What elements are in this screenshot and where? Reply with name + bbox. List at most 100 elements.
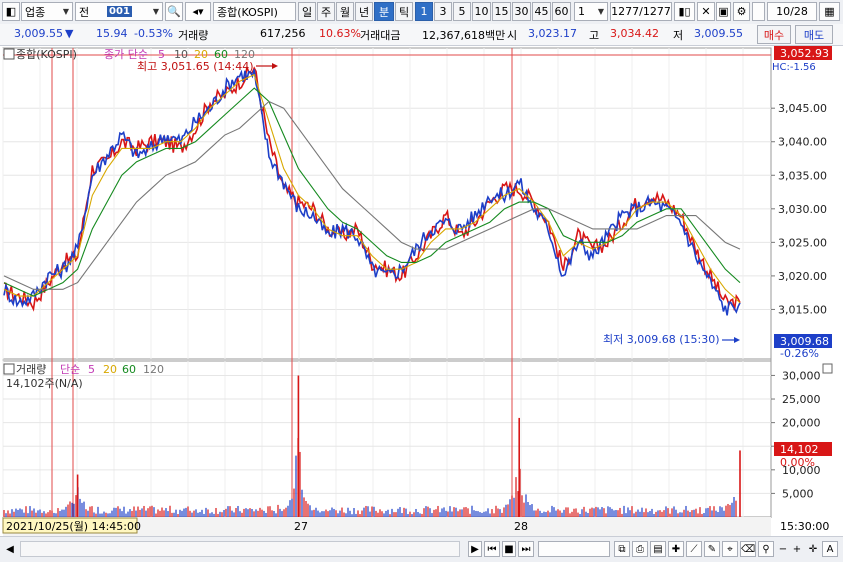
zoom-in-icon[interactable]: + bbox=[790, 541, 804, 557]
interval-5[interactable]: 5 bbox=[453, 2, 471, 21]
open-value: 3,023.17 bbox=[528, 27, 577, 40]
search-icon[interactable]: 🔍 bbox=[165, 2, 183, 21]
code-value[interactable]: 001 bbox=[107, 6, 132, 17]
code-input[interactable]: 전 001 ▼ bbox=[75, 2, 163, 21]
interval-3[interactable]: 3 bbox=[434, 2, 452, 21]
date-field[interactable]: 10/28 bbox=[767, 2, 817, 21]
prev-label: 전 bbox=[79, 5, 90, 19]
chevron-down-icon: ▼ bbox=[62, 7, 69, 16]
x-axis-label-27: 27 bbox=[294, 520, 308, 533]
interval-1[interactable]: 1 bbox=[415, 2, 433, 21]
draw-tool-icon[interactable]: ✎ bbox=[704, 541, 720, 557]
chart-area[interactable]: 3,015.00 3,020.00 3,025.00 3,030.00 3,035.00… bbox=[0, 46, 843, 536]
buy-button[interactable]: 매수 bbox=[757, 25, 791, 44]
volume-legend-label: 단순 bbox=[60, 363, 80, 376]
price-tick-label: 3,030.00 bbox=[778, 203, 827, 216]
price-chart-title: 종합(KOSPI) bbox=[16, 48, 77, 61]
calendar-icon[interactable]: ▦ bbox=[819, 2, 840, 21]
current-price-pct: -0.26% bbox=[780, 347, 819, 360]
sell-button[interactable]: 매도 bbox=[795, 25, 833, 44]
table-icon[interactable]: ▤ bbox=[650, 541, 666, 557]
cross-tool-icon[interactable]: ✚ bbox=[668, 541, 684, 557]
price-tick-label: 3,035.00 bbox=[778, 169, 827, 182]
tab-day[interactable]: 일 bbox=[298, 2, 316, 21]
price-info-bar: 3,009.55 ▼ 15.94 -0.53% 거래량 617,256 10.6… bbox=[0, 24, 843, 46]
volume-tick-label: 30,000 bbox=[782, 369, 821, 382]
horizontal-scrollbar[interactable] bbox=[20, 541, 460, 557]
magnifier-icon[interactable]: ⚲ bbox=[758, 541, 774, 557]
interval-60[interactable]: 60 bbox=[552, 2, 571, 21]
speed-slider[interactable] bbox=[538, 541, 610, 557]
print-icon[interactable]: ⎙ bbox=[632, 541, 648, 557]
fast-forward-icon[interactable]: ⏭ bbox=[518, 541, 534, 557]
rewind-icon[interactable]: ⏮ bbox=[484, 541, 500, 557]
copy-icon[interactable]: ⧉ bbox=[614, 541, 630, 557]
price-tick-label: 3,045.00 bbox=[778, 102, 827, 115]
amount-value: 12,367,618백만 bbox=[422, 29, 506, 42]
interval-select[interactable]: 1 ▼ bbox=[574, 2, 608, 21]
font-size-icon[interactable]: A bbox=[822, 541, 838, 557]
erase-icon[interactable]: ⌫ bbox=[740, 541, 756, 557]
volume-chart-title: 거래량 bbox=[16, 363, 46, 376]
tab-year[interactable]: 년 bbox=[355, 2, 373, 21]
price-tick-label: 3,015.00 bbox=[778, 303, 827, 316]
legend-box-icon[interactable] bbox=[3, 48, 15, 60]
panel-menu-icon[interactable] bbox=[822, 363, 833, 374]
volume-value: 617,256 bbox=[260, 27, 306, 40]
interval-select-value: 1 bbox=[578, 5, 585, 18]
stock-name-field: 종합(KOSPI) bbox=[213, 2, 296, 21]
trend-line-icon[interactable]: ⟋ bbox=[686, 541, 702, 557]
current-price: 3,009.55 bbox=[14, 27, 63, 40]
stock-name: 종합(KOSPI) bbox=[217, 5, 278, 19]
market-select[interactable]: 업종 ▼ bbox=[21, 2, 73, 21]
candle-icon[interactable]: ▮▯ bbox=[674, 2, 695, 21]
toolbar: ◧ 업종 ▼ 전 001 ▼ 🔍 ◂▾ 종합(KOSPI) 일 주 월 년 분 … bbox=[0, 0, 843, 25]
legend-box-icon[interactable] bbox=[3, 363, 15, 375]
scroll-left-icon[interactable]: ◀ bbox=[3, 541, 17, 557]
volume-tick-label: 5,000 bbox=[782, 487, 814, 500]
cross-scroll-icon[interactable]: ✛ bbox=[806, 541, 820, 557]
tab-week[interactable]: 주 bbox=[317, 2, 335, 21]
window-menu-icon[interactable]: ◧ bbox=[2, 2, 20, 21]
crosshair-icon[interactable]: ✕ bbox=[697, 2, 715, 21]
save-icon[interactable]: ▣ bbox=[716, 2, 731, 21]
interval-15[interactable]: 15 bbox=[492, 2, 511, 21]
direction-icon: ▼ bbox=[65, 27, 74, 40]
change-value: 15.94 bbox=[96, 27, 128, 40]
vol-legend-ma-20: 20 bbox=[103, 363, 117, 376]
tab-minute[interactable]: 분 bbox=[374, 2, 394, 21]
marker-icon[interactable]: ⌖ bbox=[722, 541, 738, 557]
stop-icon[interactable]: ■ bbox=[502, 541, 516, 557]
current-volume-pct: 0.00% bbox=[780, 456, 815, 469]
tab-tick[interactable]: 틱 bbox=[395, 2, 413, 21]
bottom-control-bar: ◀ ▶ ⏮ ■ ⏭ ⧉ ⎙ ▤ ✚ ⟋ ✎ ⌖ ⌫ ⚲ − + ✛ A bbox=[0, 536, 843, 562]
price-tick-label: 3,040.00 bbox=[778, 136, 827, 149]
tab-month[interactable]: 월 bbox=[336, 2, 354, 21]
max-annotation: 최고 3,051.65 (14:44) bbox=[137, 60, 254, 73]
scroll-right-icon[interactable]: ▶ bbox=[468, 541, 482, 557]
interval-10[interactable]: 10 bbox=[472, 2, 491, 21]
change-pct: -0.53% bbox=[134, 27, 173, 40]
x-axis-label-start: 2021/10/25(월) 14:45:00 bbox=[6, 520, 141, 533]
zoom-out-icon[interactable]: − bbox=[776, 541, 790, 557]
interval-45[interactable]: 45 bbox=[532, 2, 551, 21]
vol-legend-ma-120: 120 bbox=[143, 363, 164, 376]
vol-legend-ma-60: 60 bbox=[122, 363, 136, 376]
min-annotation: 최저 3,009.68 (15:30) bbox=[603, 333, 720, 346]
speaker-icon[interactable]: ◂▾ bbox=[185, 2, 211, 21]
hts-chart-window: ◧ 업종 ▼ 전 001 ▼ 🔍 ◂▾ 종합(KOSPI) 일 주 월 년 분 … bbox=[0, 0, 843, 562]
count-field[interactable]: 1277/1277 bbox=[610, 2, 672, 21]
market-select-value: 업종 bbox=[25, 5, 46, 19]
price-tick-label: 3,020.00 bbox=[778, 270, 827, 283]
chevron-down-icon: ▼ bbox=[152, 7, 159, 16]
chevron-down-icon: ▼ bbox=[597, 7, 604, 16]
volume-readout: 14,102주(N/A) bbox=[6, 377, 83, 390]
interval-30[interactable]: 30 bbox=[512, 2, 531, 21]
gear-icon[interactable]: ⚙ bbox=[733, 2, 750, 21]
date-value: 10/28 bbox=[776, 5, 808, 18]
checkbox[interactable] bbox=[752, 2, 765, 21]
x-axis-right-label: 15:30:00 bbox=[780, 520, 829, 533]
volume-tick-label: 25,000 bbox=[782, 393, 821, 406]
hc-label: HC:-1.56 bbox=[772, 62, 816, 73]
high-label: 고 bbox=[589, 29, 600, 42]
